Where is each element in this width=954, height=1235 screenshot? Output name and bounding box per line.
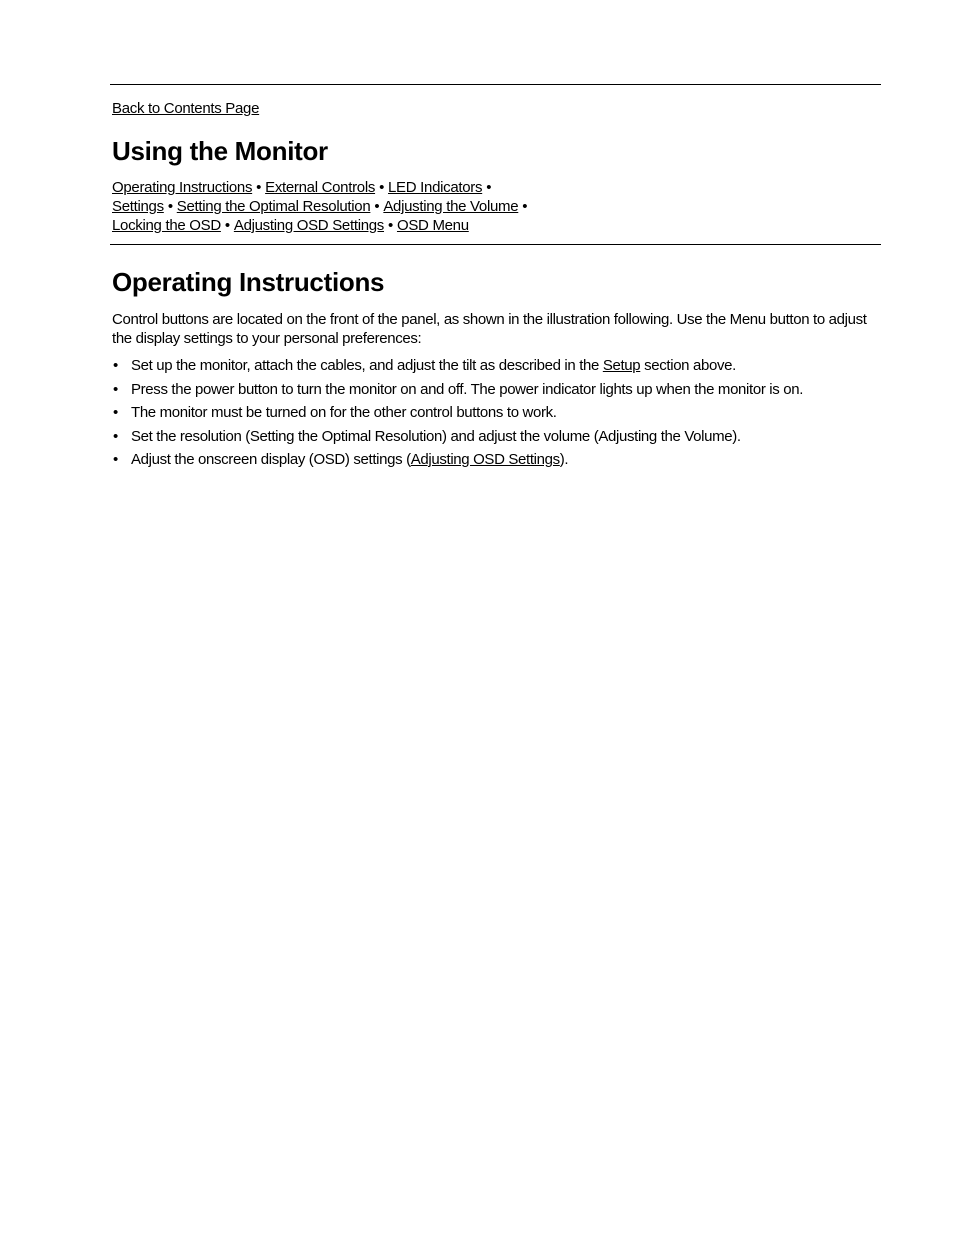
list-item-text: Set the resolution (Setting the Optimal … [131,427,741,445]
list-item: • Set up the monitor, attach the cables,… [112,356,882,380]
list-item: • Adjust the onscreen display (OSD) sett… [112,450,882,474]
list-item-text: The monitor must be turned on for the ot… [131,404,557,421]
nav-link-locking-osd[interactable]: Locking the OSD [112,217,221,234]
nav-separator: • [374,198,380,215]
list-item-text: section above. [640,357,736,374]
section-nav: Operating Instructions • External Controls… [112,178,531,235]
nav-link-optimal-resolution[interactable]: Setting the Optimal Resolution [177,198,371,215]
list-item-text: Press the power button to turn the monit… [131,380,804,398]
nav-separator: • [256,179,262,196]
nav-link-operating-instructions[interactable]: Operating Instructions [112,179,252,196]
setup-link[interactable]: Setup [603,357,641,374]
nav-separator: • [522,198,528,215]
instruction-list: • Set up the monitor, attach the cables,… [112,356,882,474]
adjusting-osd-settings-link[interactable]: Adjusting OSD Settings [411,451,560,468]
nav-link-external-controls[interactable]: External Controls [265,179,375,196]
nav-link-adjusting-osd-settings[interactable]: Adjusting OSD Settings [234,217,384,234]
list-item-text: ). [559,451,569,468]
list-item: • Press the power button to turn the mon… [112,380,882,404]
bullet-icon: • [113,357,118,374]
bullet-icon: • [113,451,118,468]
nav-separator: • [379,179,385,196]
bullet-icon: • [113,404,118,421]
top-divider [110,84,881,85]
nav-separator: • [486,179,492,196]
bullet-icon: • [113,380,118,398]
nav-link-osd-menu[interactable]: OSD Menu [397,217,469,234]
nav-link-led-indicators[interactable]: LED Indicators [388,179,482,196]
nav-link-settings[interactable]: Settings [112,198,164,215]
nav-separator: • [167,198,173,215]
list-item: • Set the resolution (Setting the Optima… [112,427,882,451]
back-to-contents-link[interactable]: Back to Contents Page [112,100,259,117]
nav-separator: • [224,217,230,234]
nav-line: Operating Instructions • External Controls… [112,178,531,197]
list-item-text: Adjust the onscreen display (OSD) settin… [131,451,411,468]
intro-paragraph: Control buttons are located on the front… [112,311,867,347]
section-divider [110,244,881,245]
page-title: Using the Monitor [112,136,328,166]
nav-line: Locking the OSD • Adjusting OSD Settings • O… [112,216,531,235]
list-item: • The monitor must be turned on for the … [112,403,882,427]
nav-separator: • [388,217,393,234]
bullet-icon: • [113,427,118,445]
nav-line: Settings • Setting the Optimal Resolution •… [112,197,531,216]
nav-link-adjusting-volume[interactable]: Adjusting the Volume [383,198,518,215]
list-item-text: Set up the monitor, attach the cables, a… [131,357,603,374]
section-title: Operating Instructions [112,267,385,297]
